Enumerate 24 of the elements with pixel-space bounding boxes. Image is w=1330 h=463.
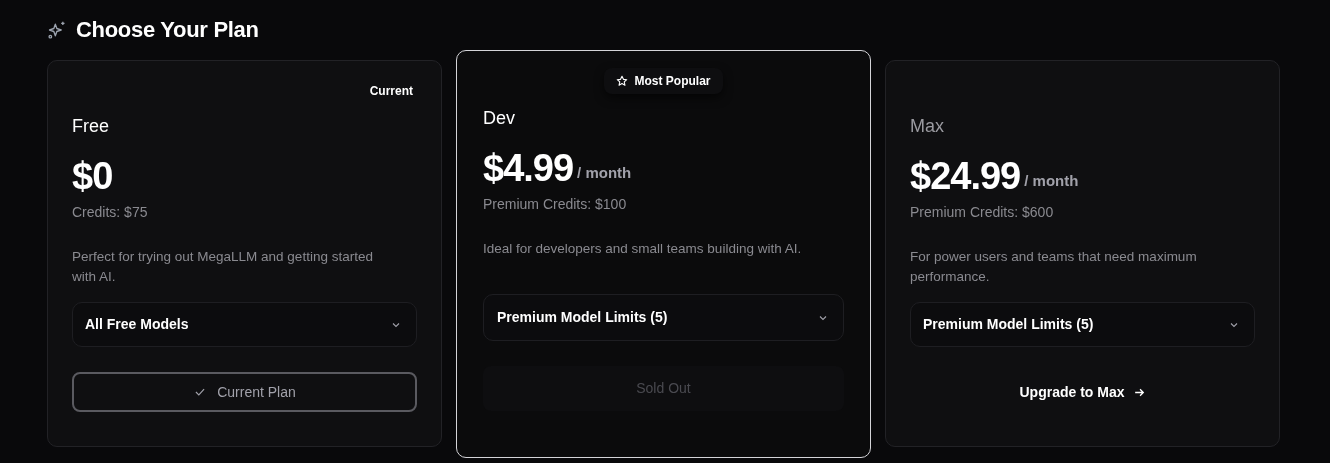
credits-text: Premium Credits: $100 [483, 195, 628, 214]
star-icon [616, 75, 629, 87]
plan-description: For power users and teams that need maximum performance. [910, 248, 1198, 286]
plan-name: Free [72, 115, 110, 138]
page-title: Choose Your Plan [76, 16, 259, 44]
current-label: Current [369, 83, 413, 100]
popular-badge: Most Popular [604, 68, 723, 94]
price: $4.99 [483, 146, 574, 190]
models-dropdown[interactable]: Premium Model Limits (5) [910, 302, 1255, 347]
plan-name: Dev [483, 107, 516, 130]
upgrade-button[interactable]: Upgrade to Max [910, 372, 1255, 412]
price-period: / month [1024, 170, 1079, 191]
price: $0 [72, 154, 113, 198]
credits-text: Premium Credits: $600 [910, 203, 1055, 222]
plan-description: Perfect for trying out MegaLLM and getting started with AI. [72, 248, 374, 286]
models-dropdown[interactable]: All Free Models [72, 302, 417, 347]
plan-description: Ideal for developers and small teams building with AI. [483, 240, 803, 258]
credits-text: Credits: $75 [72, 203, 149, 222]
sparkles-icon [47, 19, 67, 40]
current-plan-button[interactable]: Current Plan [72, 372, 417, 412]
price: $24.99 [910, 154, 1021, 198]
models-dropdown[interactable]: Premium Model Limits (5) [483, 294, 844, 341]
plan-name: Max [910, 115, 945, 138]
price-period: / month [577, 162, 632, 183]
